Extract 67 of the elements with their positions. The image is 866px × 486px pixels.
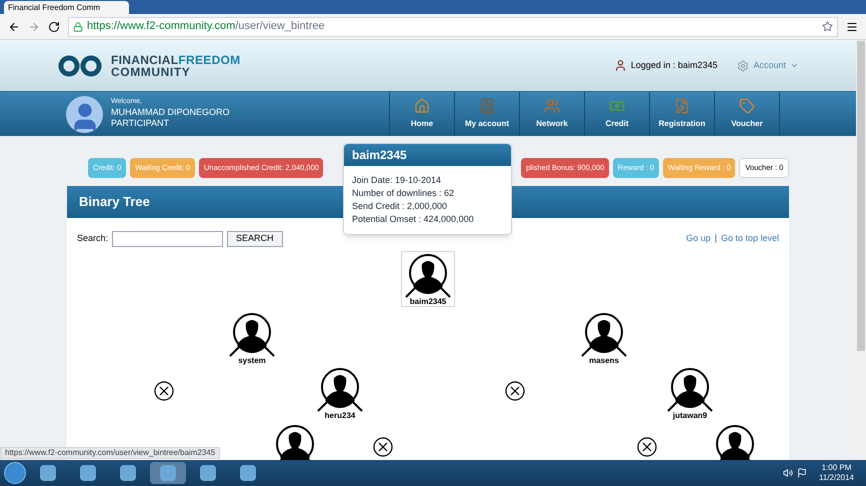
nav-link[interactable]: Go up xyxy=(686,232,711,246)
pen-document-icon xyxy=(674,98,690,114)
search-label: Search: xyxy=(77,232,108,246)
clock-time: 1:00 PM xyxy=(822,463,852,473)
scrollbar[interactable] xyxy=(856,40,866,460)
panel-title: Binary Tree xyxy=(79,193,150,212)
popup-line: Join Date: 19-10-2014 xyxy=(352,174,442,187)
link-divider: | xyxy=(714,232,717,246)
menu-icon[interactable] xyxy=(846,20,858,32)
user-name: MUHAMMAD DIPONEGORO xyxy=(111,107,230,118)
member-node[interactable]: jutawan9 xyxy=(663,366,717,420)
member-name: masens xyxy=(589,357,619,365)
search-button[interactable]: SEARCH xyxy=(227,231,283,247)
caret-icon xyxy=(790,61,799,70)
nav-item[interactable]: Registration xyxy=(649,92,714,136)
gear-icon xyxy=(737,60,750,72)
url-text: https://www.f2-community.com/user/view_bintree xyxy=(87,19,325,34)
person-icon xyxy=(403,252,453,298)
address-book-icon xyxy=(479,98,495,114)
empty-slot-icon[interactable] xyxy=(505,381,525,401)
member-node[interactable]: system xyxy=(225,311,279,365)
nav-item[interactable]: Credit xyxy=(584,92,649,136)
person-icon xyxy=(315,366,365,412)
member-node[interactable]: heru234 xyxy=(313,366,367,420)
empty-slot-icon[interactable] xyxy=(637,437,657,457)
member-node[interactable]: masens xyxy=(577,311,631,365)
people-icon xyxy=(544,98,560,114)
person-icon xyxy=(665,366,715,412)
star-icon[interactable] xyxy=(822,21,833,32)
member-node[interactable]: baim2345 xyxy=(401,251,455,307)
status-url: https://www.f2-community.com/user/view_bintree/baim2345 xyxy=(5,447,216,459)
home-icon xyxy=(414,98,430,114)
back-icon[interactable] xyxy=(8,20,20,32)
member-name: heru234 xyxy=(324,412,356,420)
empty-slot-icon[interactable] xyxy=(154,381,174,401)
clock-date: 11/2/2014 xyxy=(819,473,854,483)
user-icon xyxy=(614,59,627,72)
browser-tab[interactable]: Financial Freedom Comm xyxy=(4,1,129,14)
nav-item[interactable]: Network xyxy=(519,92,584,136)
start-button[interactable] xyxy=(4,462,26,484)
reload-icon[interactable] xyxy=(48,20,60,32)
logo-subtext: COMMUNITY xyxy=(111,66,192,78)
tag-icon xyxy=(739,98,755,114)
popup-line: Number of downlines : 62 xyxy=(352,187,456,200)
empty-slot-icon[interactable] xyxy=(373,437,393,457)
logo-text: FINANCIALFREEDOM xyxy=(111,54,240,66)
site-logo[interactable]: FINANCIALFREEDOM COMMUNITY xyxy=(57,54,240,78)
member-name: baim2345 xyxy=(410,298,446,306)
popup-title: baim2345 xyxy=(352,147,407,164)
address-bar[interactable]: https://www.f2-community.com/user/view_bintree xyxy=(68,16,838,36)
user-role: PARTICIPANT xyxy=(111,118,170,130)
flag-icon[interactable] xyxy=(797,468,807,478)
nav-item[interactable]: My account xyxy=(454,92,519,136)
tab-title: Financial Freedom Comm xyxy=(8,4,100,12)
person-icon xyxy=(227,311,277,357)
lock-icon xyxy=(73,22,83,32)
person-icon xyxy=(579,311,629,357)
member-name: system xyxy=(238,357,266,365)
search-field[interactable] xyxy=(112,231,224,247)
nav-link[interactable]: Go to top level xyxy=(720,232,779,246)
nav-item[interactable]: Home xyxy=(389,92,454,136)
member-name: jutawan9 xyxy=(672,412,708,420)
logged-in-text: Logged in : baim2345 xyxy=(630,58,718,72)
volume-icon[interactable] xyxy=(783,468,793,478)
popup-line: Potential Omset : 424,000,000 xyxy=(352,213,475,226)
nav-item[interactable]: Voucher xyxy=(714,92,779,136)
popup-line: Send Credit : 2,000,000 xyxy=(352,200,448,213)
